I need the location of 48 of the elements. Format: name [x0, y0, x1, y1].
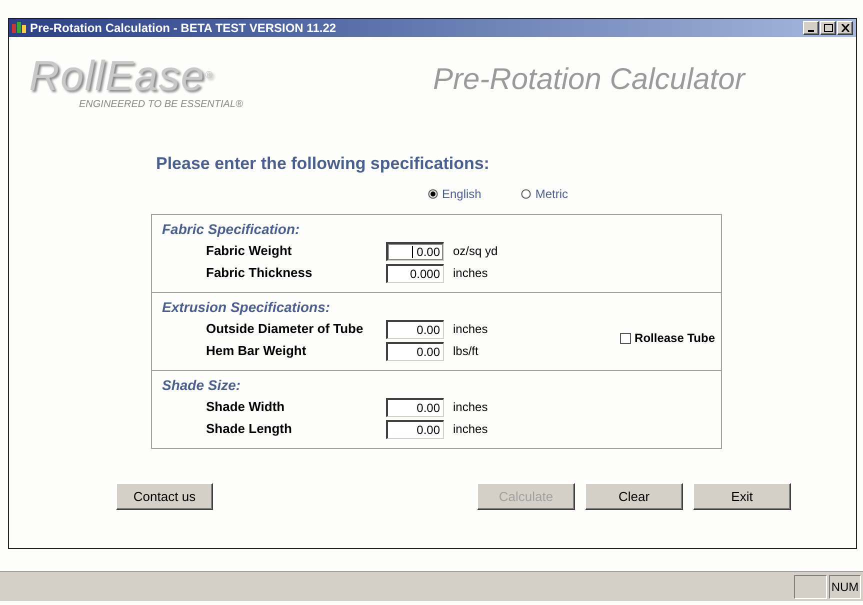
number-field[interactable]: 0.00: [386, 342, 444, 360]
field-label: Outside Diameter of Tube: [205, 320, 364, 338]
field-label: Shade Length: [205, 420, 293, 438]
unit-label: inches: [453, 421, 488, 438]
number-field[interactable]: 0.00: [386, 242, 444, 260]
logo: RollEase®: [29, 55, 214, 97]
field-label: Hem Bar Weight: [205, 342, 308, 360]
tube-checkbox[interactable]: Rollease Tube: [620, 329, 715, 347]
unit-label: inches: [453, 399, 488, 416]
close-icon: [840, 24, 850, 32]
section-title: Fabric Specification:: [162, 220, 301, 239]
number-field[interactable]: 0.00: [386, 420, 444, 438]
field-label: Shade Width: [205, 398, 286, 416]
text-cursor: [412, 246, 413, 258]
unit-label: inches: [453, 321, 488, 338]
unit-label: lbs/ft: [453, 343, 478, 360]
checkbox-icon: [620, 332, 631, 344]
app-title: Pre-Rotation Calculator: [433, 62, 745, 98]
field-value: 0.00: [416, 400, 440, 416]
minimize-button[interactable]: [803, 21, 819, 35]
unit-label: inches: [453, 265, 488, 282]
unit-radio[interactable]: Metric: [521, 185, 568, 203]
instructions: Please enter the following specifications:: [156, 153, 490, 175]
field-value: 0.000: [410, 266, 440, 282]
field-value: 0.00: [416, 344, 440, 360]
section-title: Extrusion Specifications:: [162, 298, 332, 317]
contact-button[interactable]: Contact us: [116, 483, 213, 510]
dialog-button[interactable]: Clear: [585, 483, 683, 510]
section-title: Shade Size:: [162, 376, 242, 395]
maximize-icon: [824, 24, 832, 32]
tagline: ENGINEERED TO BE ESSENTIAL®: [79, 98, 243, 112]
number-field[interactable]: 0.00: [386, 398, 444, 416]
unit-label: oz/sq yd: [453, 243, 498, 260]
dialog-button[interactable]: Exit: [693, 483, 791, 510]
field-label: Fabric Thickness: [205, 264, 314, 282]
app-icon: [12, 22, 26, 34]
field-value: 0.00: [416, 422, 440, 438]
number-field[interactable]: 0.000: [386, 264, 444, 282]
maximize-button[interactable]: [820, 21, 836, 35]
window-title: Pre-Rotation Calculation - BETA TEST VERSION 11.22: [30, 20, 336, 37]
unit-radio[interactable]: English: [428, 185, 482, 203]
field-label: Fabric Weight: [205, 242, 293, 260]
field-value: 0.00: [416, 244, 440, 260]
number-field[interactable]: 0.00: [386, 320, 444, 338]
num-lock-indicator: NUM: [829, 574, 861, 598]
status-panel: [794, 574, 827, 598]
field-value: 0.00: [416, 322, 440, 338]
close-button[interactable]: [837, 21, 853, 35]
